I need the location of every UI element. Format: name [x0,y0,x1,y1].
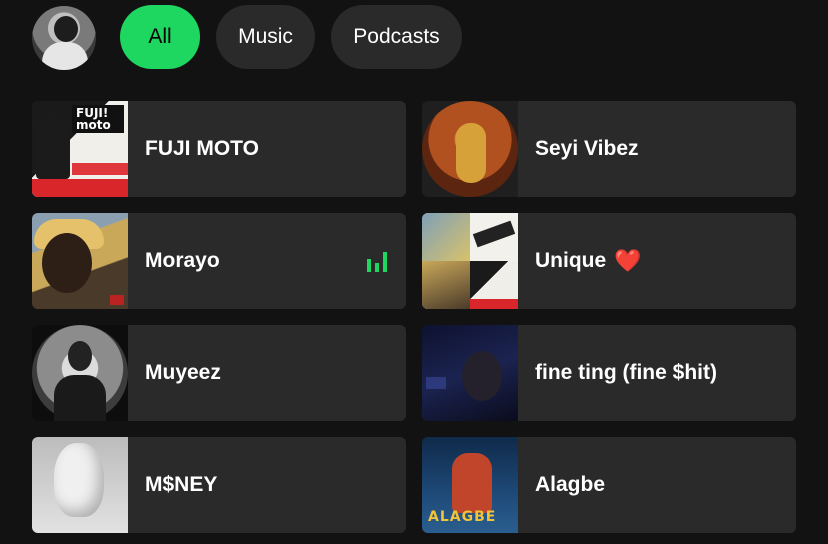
cover-figure [36,119,70,179]
tile-title: M$NEY [145,473,218,496]
red-heart-emoji: ❤️ [614,248,642,273]
cover-face [42,233,92,293]
shortcut-tile-alagbe[interactable]: ALAGBE Alagbe [422,437,796,533]
album-art-alagbe: ALAGBE [422,437,518,533]
artist-figure [456,123,486,183]
cover-band [32,179,128,197]
filter-chip-music[interactable]: Music [216,5,315,69]
mosaic-tile [470,213,518,261]
shortcut-tile-muyeez[interactable]: Muyeez [32,325,406,421]
filter-chip-all[interactable]: All [120,5,200,69]
album-art-fine-ting [422,325,518,421]
tile-title: Seyi Vibez [535,137,639,160]
cover-title-text: ALAGBE [428,509,497,525]
filter-chip-podcasts[interactable]: Podcasts [331,5,462,69]
shortcut-tile-seyi-vibez[interactable]: Seyi Vibez [422,101,796,197]
cover-bust [54,443,104,517]
cover-title-text: FUJI! moto [76,106,111,132]
cover-stripe [72,163,128,175]
tile-title: Muyeez [145,361,221,384]
tile-title: Morayo [145,249,220,272]
tile-title: FUJI MOTO [145,137,259,160]
artist-suit [54,375,106,421]
tile-title-row: Unique ❤️ [535,213,642,309]
artist-head [68,341,92,371]
tile-title: Unique [535,249,607,272]
shortcut-tile-money[interactable]: M$NEY [32,437,406,533]
playlist-mosaic-unique [422,213,518,309]
now-playing-equalizer-icon [367,252,387,272]
album-art-fuji-moto: FUJI! moto [32,101,128,197]
album-art-morayo [32,213,128,309]
mosaic-tile [422,213,470,261]
cover-face [462,351,502,401]
artist-image-muyeez [32,325,128,421]
tile-title: fine ting (fine $hit) [535,361,717,384]
mosaic-tile [470,261,518,309]
tile-title: Alagbe [535,473,606,496]
shortcut-tile-morayo[interactable]: Morayo [32,213,406,309]
cover-label [110,295,124,305]
cover-light [426,377,446,389]
album-art-money [32,437,128,533]
shortcut-tile-fuji-moto[interactable]: FUJI! moto FUJI MOTO [32,101,406,197]
avatar-body-shape [42,42,88,70]
artist-image-seyi-vibez [422,101,518,197]
shortcut-tile-unique[interactable]: Unique ❤️ [422,213,796,309]
avatar-head-shape [54,16,78,42]
mosaic-tile [422,261,470,309]
shortcut-tile-fine-ting[interactable]: fine ting (fine $hit) [422,325,796,421]
profile-avatar[interactable] [32,6,96,70]
cover-figure [452,453,492,513]
